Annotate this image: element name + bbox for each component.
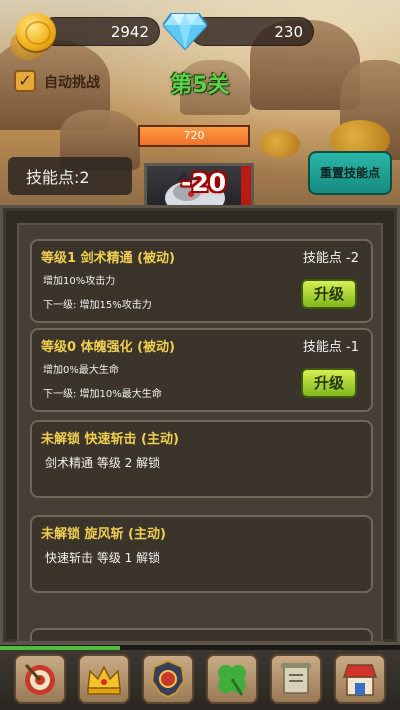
nav-clover-button[interactable] [206, 654, 258, 704]
enemy-hp-value: 720 [183, 129, 205, 142]
upgrade-button[interactable]: 升级 [301, 368, 357, 398]
skill-title: 未解锁 旋风斩 (主动) [41, 527, 166, 542]
skill-unlock-requirement: 剑术精通 等级 2 解锁 [45, 456, 161, 470]
skill-next-effect: 下一级: 增加10%最大生命 [43, 389, 162, 400]
skill-title: 等级1 剑术精通 (被动) [41, 251, 175, 266]
nav-shield-button[interactable] [142, 654, 194, 704]
enemy-hp-bar: 720 [138, 125, 250, 147]
skill-next-effect: 下一级: 增加15%攻击力 [43, 300, 152, 311]
nav-scroll-button[interactable] [270, 654, 322, 704]
upgrade-button[interactable]: 升级 [301, 279, 357, 309]
damage-number: -20 [181, 168, 227, 197]
skill-cost: 技能点 -2 [302, 251, 359, 266]
skill-card-sword-mastery: 等级1 剑术精通 (被动) 技能点 -2 增加10%攻击力 下一级: 增加15%… [30, 239, 373, 323]
skill-points-label: 技能点:2 [26, 168, 90, 187]
skill-title: 等级0 体魄强化 (被动) [41, 340, 175, 355]
skill-panel: 等级1 剑术精通 (被动) 技能点 -2 增加10%攻击力 下一级: 增加15%… [0, 205, 400, 645]
diamond-icon [163, 13, 207, 50]
gold-value: 2942 [110, 22, 149, 41]
level-title: 第5关 [170, 73, 230, 98]
skill-card-partial [30, 628, 373, 641]
crown-icon [87, 665, 121, 695]
skill-current-effect: 增加10%攻击力 [43, 276, 116, 287]
target-icon [24, 663, 55, 695]
nav-crown-button[interactable] [78, 654, 130, 704]
skill-card-body-strengthen: 等级0 体魄强化 (被动) 技能点 -1 增加0%最大生命 下一级: 增加10%… [30, 328, 373, 412]
gold-coin-icon [16, 13, 56, 51]
compass-shield-icon [150, 659, 186, 699]
skill-title: 未解锁 快速斩击 (主动) [41, 432, 179, 447]
reset-skill-points-button[interactable]: 重置技能点 [308, 151, 392, 195]
nav-target-button[interactable] [14, 654, 66, 704]
clover-icon [218, 665, 246, 696]
skill-card-quick-slash: 未解锁 快速斩击 (主动) 剑术精通 等级 2 解锁 [30, 420, 373, 498]
gold-counter: 2942 [40, 17, 160, 46]
skill-cost: 技能点 -1 [302, 340, 359, 355]
diamond-counter: 230 [190, 17, 314, 46]
nav-shop-button[interactable] [334, 654, 386, 704]
bottom-navigation [0, 650, 400, 710]
scroll-icon [281, 663, 311, 694]
diamond-value: 230 [274, 22, 303, 41]
skill-points-display: 技能点:2 [8, 157, 132, 195]
shop-icon [342, 664, 378, 696]
skill-unlock-requirement: 快速斩击 等级 1 解锁 [45, 551, 161, 565]
skill-list[interactable]: 等级1 剑术精通 (被动) 技能点 -2 增加10%攻击力 下一级: 增加15%… [17, 223, 383, 643]
skill-card-whirlwind: 未解锁 旋风斩 (主动) 快速斩击 等级 1 解锁 [30, 515, 373, 593]
skill-current-effect: 增加0%最大生命 [43, 365, 119, 376]
